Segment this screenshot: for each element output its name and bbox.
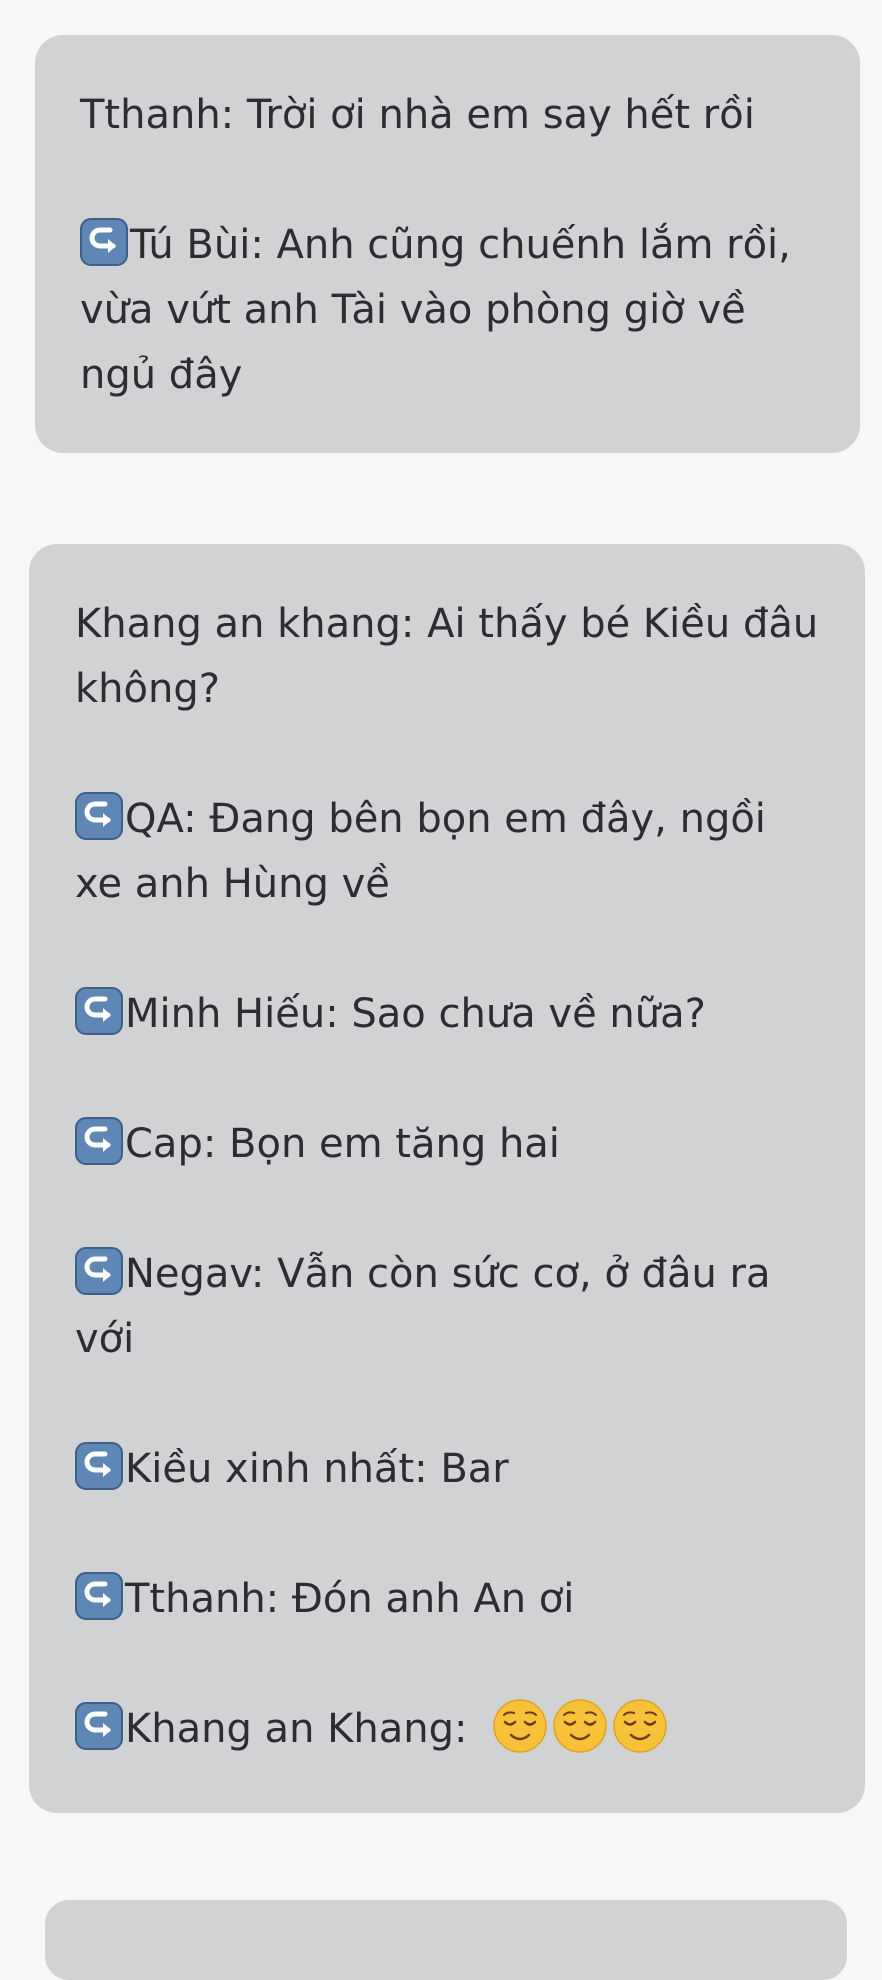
relieved-face-emoji-icon: [552, 1698, 608, 1754]
message-text: Tthanh: Trời ơi nhà em say hết rồi: [80, 92, 755, 138]
reply-text: Negav: Vẫn còn sức cơ, ở đâu ra với: [75, 1251, 771, 1362]
relieved-face-emoji-icon: [612, 1698, 668, 1754]
reply-message: Tthanh: Đón anh An ơi: [75, 1567, 825, 1632]
reply-text: Tthanh: Đón anh An ơi: [125, 1576, 575, 1622]
reply-arrow-icon: [75, 987, 123, 1035]
reply-text: QA: Đang bên bọn em đây, ngồi xe anh Hùn…: [75, 796, 766, 907]
reply-text: Tú Bùi: Anh cũng chuếnh lắm rồi, vừa vứt…: [80, 222, 791, 398]
message-text: Khang an khang: Ai thấy bé Kiều đâu khôn…: [75, 601, 819, 712]
reply-text: Khang an Khang:: [125, 1706, 468, 1752]
reply-arrow-icon: [75, 792, 123, 840]
message-card-2: Khang an khang: Ai thấy bé Kiều đâu khôn…: [29, 544, 865, 1813]
message-card-1: Tthanh: Trời ơi nhà em say hết rồi Tú Bù…: [35, 35, 860, 453]
relieved-face-emoji-icon: [492, 1698, 548, 1754]
reply-arrow-icon: [75, 1702, 123, 1750]
reply-arrow-icon: [80, 218, 128, 266]
reply-message: Kiều xinh nhất: Bar: [75, 1437, 825, 1502]
reply-arrow-icon: [75, 1572, 123, 1620]
reply-message: QA: Đang bên bọn em đây, ngồi xe anh Hùn…: [75, 787, 825, 917]
reply-text: Cap: Bọn em tăng hai: [125, 1121, 560, 1167]
reply-text: Minh Hiếu: Sao chưa về nữa?: [125, 991, 706, 1037]
reply-arrow-icon: [75, 1247, 123, 1295]
reply-arrow-icon: [75, 1117, 123, 1165]
reply-message: Negav: Vẫn còn sức cơ, ở đâu ra với: [75, 1242, 825, 1372]
reply-arrow-icon: [75, 1442, 123, 1490]
reply-text: Kiều xinh nhất: Bar: [125, 1446, 509, 1492]
message-card-3-partial: [45, 1900, 847, 1980]
reply-message: Khang an Khang:: [75, 1697, 825, 1762]
reply-message: Cap: Bọn em tăng hai: [75, 1112, 825, 1177]
reply-message: Minh Hiếu: Sao chưa về nữa?: [75, 982, 825, 1047]
reply-message: Tú Bùi: Anh cũng chuếnh lắm rồi, vừa vứt…: [80, 213, 820, 408]
